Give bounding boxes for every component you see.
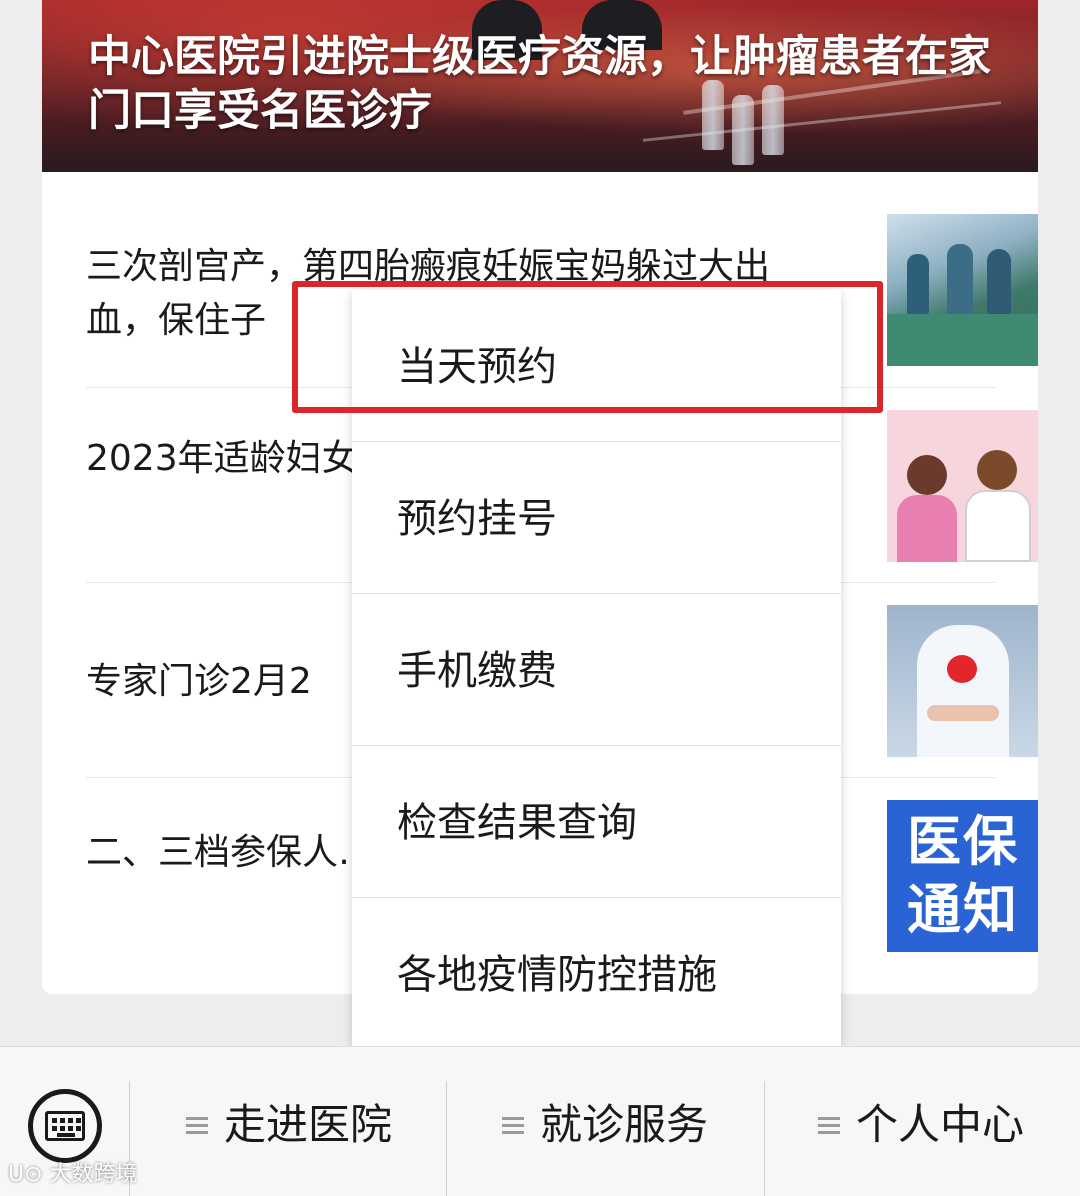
illustration-coat: [965, 490, 1031, 562]
photo-shirt: [917, 625, 1009, 757]
insurance-notice-thumb: 医保通知: [887, 800, 1038, 952]
illustration-body: [897, 495, 957, 562]
doctor-patient-illustration: [887, 410, 1038, 562]
menu-item-label: 手机缴费: [397, 648, 557, 694]
tab-divider: [764, 1081, 765, 1196]
tab-label: 个人中心: [856, 1100, 1025, 1149]
menu-icon: [186, 1117, 208, 1135]
watermark: ᑌ⊙ 大数跨境: [8, 1162, 138, 1188]
highlight-box: [292, 281, 883, 413]
keyboard-glyph: [45, 1111, 85, 1141]
bottom-menu-bar: 走进医院 就诊服务 个人中心: [0, 1046, 1080, 1196]
menu-item-appointment[interactable]: 预约挂号: [352, 442, 841, 594]
hero-banner[interactable]: 中心医院引进院士级医疗资源，让肿瘤患者在家门口享受名医诊疗: [42, 0, 1038, 172]
photo-figure: [947, 244, 973, 314]
surgery-photo: [887, 214, 1038, 366]
heart-icon: [947, 655, 977, 683]
illustration-head: [907, 455, 947, 495]
heart-in-hands-photo: [887, 605, 1038, 757]
menu-icon: [818, 1117, 840, 1135]
tab-divider: [446, 1081, 447, 1196]
menu-item-label: 检查结果查询: [397, 800, 637, 846]
menu-item-epidemic-measures[interactable]: 各地疫情防控措施: [352, 898, 841, 1046]
menu-item-mobile-payment[interactable]: 手机缴费: [352, 594, 841, 746]
photo-figure: [907, 254, 929, 314]
menu-icon: [502, 1117, 524, 1135]
menu-item-label: 预约挂号: [397, 496, 557, 542]
illustration-head: [977, 450, 1017, 490]
hero-title[interactable]: 中心医院引进院士级医疗资源，让肿瘤患者在家门口享受名医诊疗: [88, 30, 1008, 138]
menu-item-label: 各地疫情防控措施: [397, 952, 717, 998]
watermark-logo-icon: ᑌ⊙: [8, 1162, 43, 1187]
photo-hands: [927, 705, 999, 721]
menu-item-exam-results[interactable]: 检查结果查询: [352, 746, 841, 898]
photo-drape: [887, 314, 1038, 366]
tab-label: 走进医院: [224, 1100, 393, 1149]
keyboard-icon[interactable]: [28, 1089, 102, 1163]
photo-figure: [987, 249, 1011, 314]
tab-label: 就诊服务: [540, 1100, 709, 1149]
insurance-notice-text: 医保通知: [907, 810, 1019, 941]
watermark-text: 大数跨境: [49, 1162, 138, 1187]
